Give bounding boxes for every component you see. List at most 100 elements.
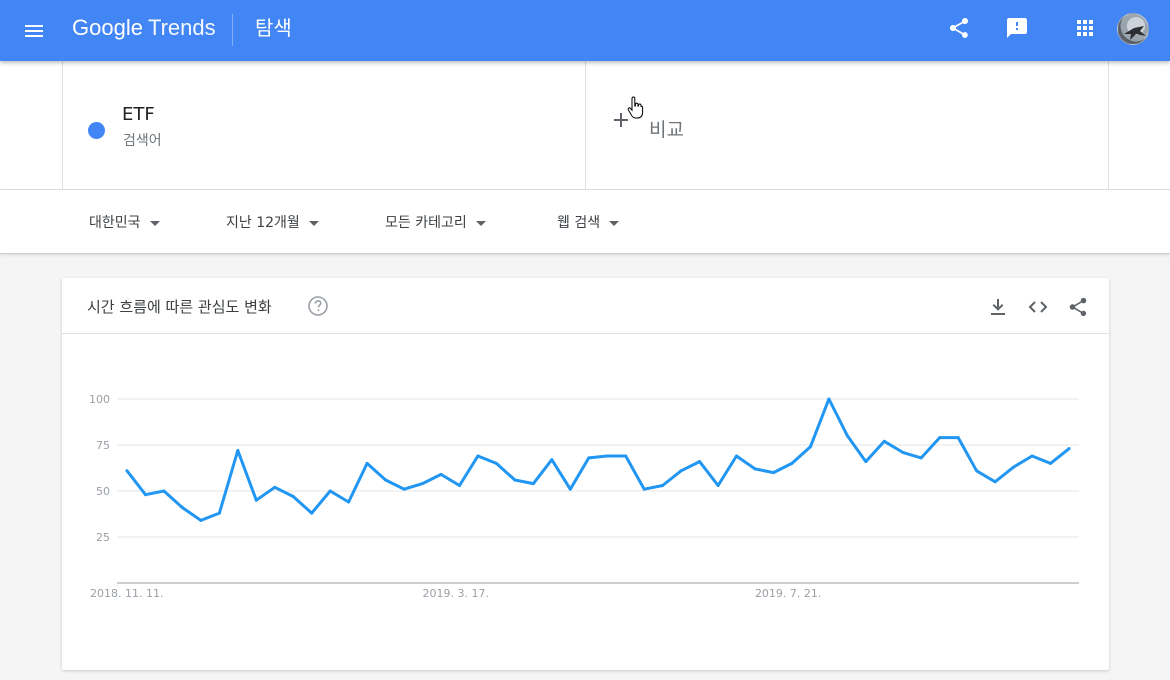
data-point[interactable]	[199, 518, 203, 522]
explore-panel: ETF 검색어 비교	[0, 61, 1170, 190]
filter-search-type-dropdown[interactable]: 웹 검색	[557, 212, 620, 232]
data-point[interactable]	[882, 439, 886, 443]
account-avatar[interactable]	[1117, 13, 1149, 45]
caret-down-icon	[149, 220, 160, 226]
y-tick-label: 100	[89, 393, 110, 406]
data-point[interactable]	[384, 478, 388, 482]
y-tick-label: 50	[96, 485, 110, 498]
data-point[interactable]	[901, 450, 905, 454]
filter-region-label: 대한민국	[89, 215, 141, 231]
data-point[interactable]	[938, 436, 942, 440]
compare-label: 비교	[649, 119, 684, 141]
data-point[interactable]	[735, 454, 739, 458]
filter-time-dropdown[interactable]: 지난 12개월	[226, 212, 319, 232]
google-trends-logo[interactable]: Google Trends	[72, 13, 216, 43]
x-tick-label: 2019. 7. 21.	[755, 587, 821, 600]
data-point[interactable]	[180, 506, 184, 510]
filter-category-dropdown[interactable]: 모든 카테고리	[385, 212, 486, 232]
data-point[interactable]	[125, 469, 129, 473]
filter-search-type-label: 웹 검색	[557, 215, 601, 231]
data-point[interactable]	[956, 436, 960, 440]
download-icon[interactable]	[987, 296, 1009, 318]
filter-time-label: 지난 12개월	[226, 215, 300, 231]
data-point[interactable]	[328, 489, 332, 493]
data-point[interactable]	[550, 458, 554, 462]
data-point[interactable]	[347, 500, 351, 504]
help-icon[interactable]	[307, 295, 329, 317]
data-point[interactable]	[162, 489, 166, 493]
y-tick-label: 25	[96, 531, 110, 544]
series-line-etf	[125, 397, 1071, 522]
data-point[interactable]	[476, 454, 480, 458]
filter-category-label: 모든 카테고리	[385, 215, 467, 231]
data-point[interactable]	[513, 478, 517, 482]
data-point[interactable]	[993, 480, 997, 484]
data-point[interactable]	[143, 493, 147, 497]
data-point[interactable]	[291, 495, 295, 499]
data-point[interactable]	[457, 483, 461, 487]
data-point[interactable]	[827, 397, 831, 401]
data-point[interactable]	[1067, 447, 1071, 451]
data-point[interactable]	[402, 487, 406, 491]
search-term-type: 검색어	[123, 133, 162, 149]
data-point[interactable]	[624, 454, 628, 458]
data-point[interactable]	[217, 511, 221, 515]
apps-icon[interactable]	[1073, 16, 1097, 40]
embed-code-icon[interactable]	[1027, 296, 1049, 318]
data-point[interactable]	[531, 482, 535, 486]
data-point[interactable]	[568, 487, 572, 491]
filter-region-dropdown[interactable]: 대한민국	[89, 212, 160, 232]
caret-down-icon	[475, 220, 486, 226]
filter-bar: 대한민국 지난 12개월 모든 카테고리 웹 검색	[0, 190, 1170, 254]
logo-google-text: Google	[72, 15, 143, 40]
data-point[interactable]	[753, 467, 757, 471]
caret-down-icon	[308, 220, 319, 226]
data-point[interactable]	[254, 498, 258, 502]
data-point[interactable]	[975, 469, 979, 473]
search-term-name[interactable]: ETF	[122, 104, 155, 125]
data-point[interactable]	[698, 460, 702, 464]
data-point[interactable]	[864, 460, 868, 464]
data-point[interactable]	[236, 449, 240, 453]
data-point[interactable]	[642, 487, 646, 491]
page-title: 탐색	[255, 16, 292, 40]
term-color-dot	[88, 122, 105, 139]
caret-down-icon	[609, 220, 620, 226]
data-point[interactable]	[1012, 465, 1016, 469]
data-point[interactable]	[421, 482, 425, 486]
data-point[interactable]	[808, 445, 812, 449]
data-point[interactable]	[790, 461, 794, 465]
data-point[interactable]	[661, 483, 665, 487]
app-header: Google Trends 탐색	[0, 0, 1170, 61]
data-point[interactable]	[439, 472, 443, 476]
card-header: 시간 흐름에 따른 관심도 변화	[62, 278, 1109, 334]
header-divider	[232, 14, 233, 46]
logo-trends-text: Trends	[147, 15, 216, 40]
share-icon[interactable]	[1067, 296, 1089, 318]
x-tick-label: 2019. 3. 17.	[422, 587, 488, 600]
card-title: 시간 흐름에 따른 관심도 변화	[87, 298, 272, 316]
data-point[interactable]	[1049, 461, 1053, 465]
data-point[interactable]	[365, 461, 369, 465]
data-point[interactable]	[771, 471, 775, 475]
data-point[interactable]	[494, 461, 498, 465]
data-point[interactable]	[587, 456, 591, 460]
data-point[interactable]	[310, 511, 314, 515]
menu-icon[interactable]	[22, 19, 46, 43]
data-point[interactable]	[716, 483, 720, 487]
share-icon[interactable]	[947, 16, 971, 40]
y-tick-label: 75	[96, 439, 110, 452]
search-term-card[interactable]: ETF 검색어	[62, 61, 586, 190]
x-tick-label: 2018. 11. 11.	[90, 587, 163, 600]
data-point[interactable]	[605, 454, 609, 458]
data-point[interactable]	[679, 469, 683, 473]
data-point[interactable]	[919, 456, 923, 460]
interest-line-chart[interactable]: 25 50 75 100 2018. 11. 11. 2019. 3. 17. 2019. …	[62, 335, 1109, 670]
compare-card[interactable]: 비교	[586, 61, 1109, 190]
data-point[interactable]	[1030, 454, 1034, 458]
data-point[interactable]	[273, 485, 277, 489]
interest-over-time-card: 시간 흐름에 따른 관심도 변화 25 50 75 100 2018. 11. 11. 2…	[62, 278, 1109, 670]
feedback-icon[interactable]	[1005, 16, 1029, 40]
avatar-image	[1124, 26, 1146, 40]
data-point[interactable]	[845, 434, 849, 438]
